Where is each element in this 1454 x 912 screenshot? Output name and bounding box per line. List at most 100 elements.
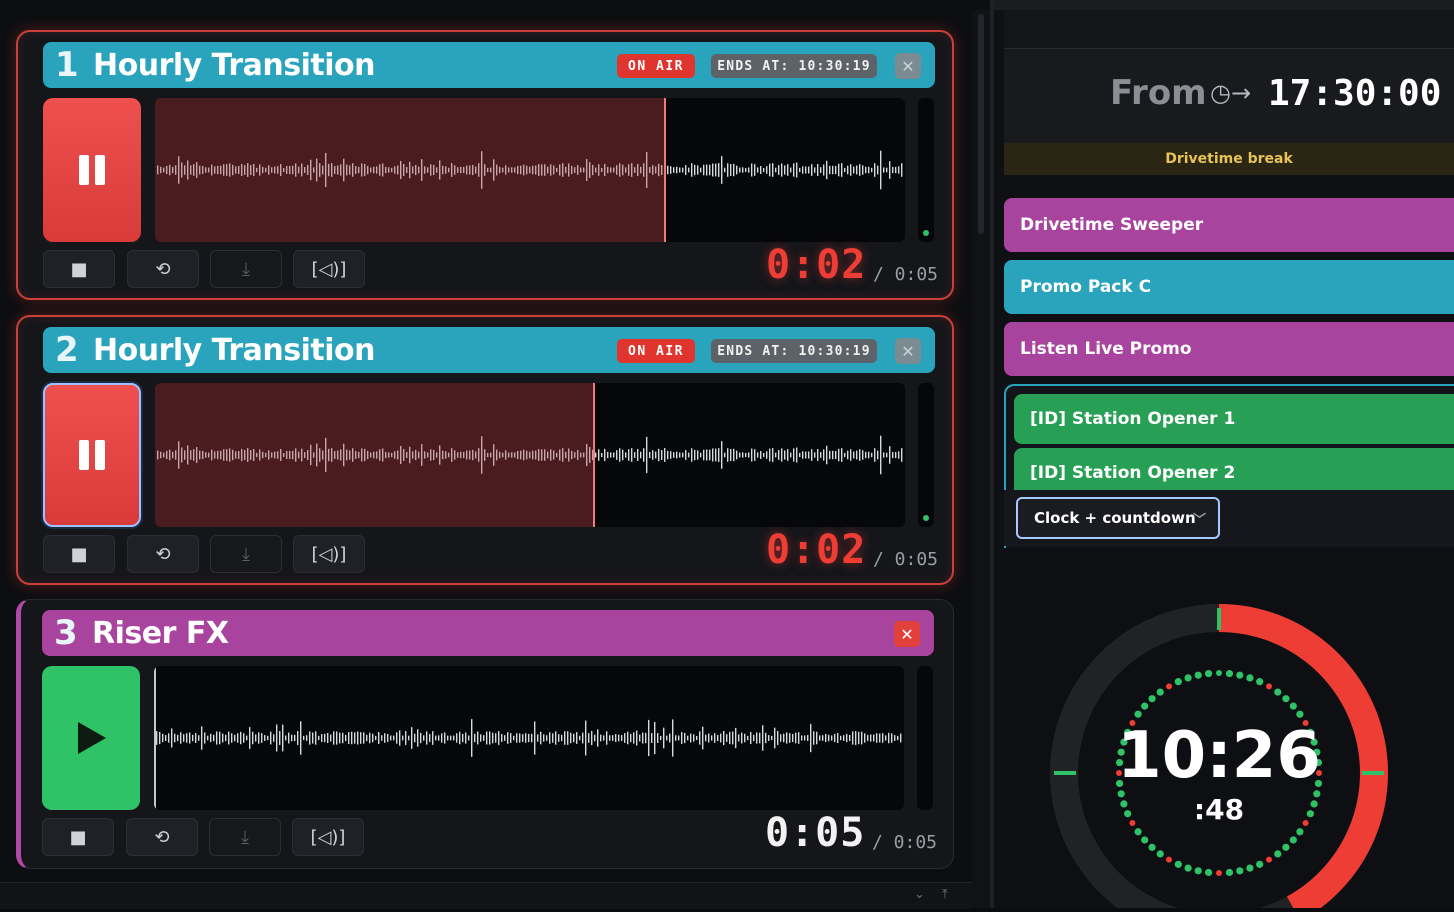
waveform-bar <box>574 167 576 173</box>
cart-item[interactable]: [ID] Station Opener 1 <box>1014 394 1454 444</box>
waveform-bar <box>421 444 423 466</box>
waveform[interactable] <box>154 666 904 810</box>
playhead[interactable] <box>593 383 595 527</box>
playhead[interactable] <box>664 98 666 242</box>
download-icon: ⤓ <box>241 826 249 848</box>
waveform-bar <box>505 165 507 175</box>
waveform-bar <box>802 166 804 174</box>
waveform-bar <box>612 735 614 741</box>
waveform-bar <box>757 452 759 458</box>
pause-button[interactable] <box>43 98 141 242</box>
second-dot <box>1310 800 1318 808</box>
play-button[interactable] <box>42 666 140 810</box>
waveform-bar <box>415 449 417 461</box>
waveform-bar <box>364 448 366 462</box>
waveform-bar <box>748 167 750 173</box>
waveform-bar <box>403 448 405 462</box>
waveform-bar <box>595 167 597 173</box>
cart-item[interactable]: Promo Pack C <box>1004 260 1454 314</box>
waveform-bar <box>249 727 251 749</box>
waveform-bar <box>688 167 690 173</box>
stop-button[interactable]: ■ <box>43 535 115 573</box>
chevron-down-icon[interactable]: ⌄ <box>914 887 925 902</box>
waveform-bar <box>661 450 663 460</box>
volume-button[interactable]: [◁)] <box>293 250 365 288</box>
waveform-bar <box>409 446 411 464</box>
scrollbar[interactable] <box>972 10 990 908</box>
waveform[interactable] <box>155 98 905 242</box>
stop-button[interactable]: ■ <box>43 250 115 288</box>
waveform-bar <box>762 725 764 751</box>
loop-button[interactable]: ⟲ <box>127 250 199 288</box>
waveform-bar <box>738 734 740 742</box>
waveform-bar <box>561 734 563 742</box>
waveform-bar <box>736 165 738 175</box>
stop-button[interactable]: ■ <box>42 818 114 856</box>
waveform-bar <box>499 166 501 174</box>
volume-button[interactable]: [◁)] <box>292 818 364 856</box>
waveform-bar <box>637 164 639 176</box>
waveform-bar <box>897 735 899 741</box>
waveform-bar <box>346 164 348 176</box>
waveform-bar <box>772 448 774 462</box>
waveform-bar <box>861 731 863 745</box>
scrollbar-thumb[interactable] <box>978 14 984 234</box>
waveform-bar <box>555 731 557 745</box>
waveform-bar <box>838 163 840 177</box>
playhead[interactable] <box>154 666 156 810</box>
close-icon[interactable]: ✕ <box>895 338 921 364</box>
elapsed-time: 0:05 <box>765 810 866 856</box>
pause-button[interactable] <box>43 383 141 527</box>
waveform-bar <box>223 449 225 461</box>
clock-mode-select[interactable]: Clock + countdown ﹀ <box>1016 497 1220 539</box>
waveform-bar <box>156 731 158 745</box>
waveform-bar <box>565 451 567 459</box>
download-button[interactable]: ⤓ <box>210 250 282 288</box>
waveform-bar <box>727 163 729 177</box>
waveform-bar <box>634 167 636 173</box>
close-icon[interactable]: ✕ <box>895 53 921 79</box>
waveform-bar <box>271 167 273 173</box>
cart-item[interactable]: Drivetime Sweeper <box>1004 198 1454 252</box>
download-button[interactable]: ⤓ <box>209 818 281 856</box>
waveform-bar <box>214 451 216 459</box>
waveform-bar <box>310 444 312 466</box>
waveform-bar <box>526 165 528 175</box>
waveform-bar <box>508 452 510 458</box>
scroll-top-icon[interactable]: ⤒ <box>942 887 948 902</box>
loop-button[interactable]: ⟲ <box>127 535 199 573</box>
waveform-bar <box>346 449 348 461</box>
waveform-bar <box>229 163 231 177</box>
loop-button[interactable]: ⟲ <box>126 818 198 856</box>
waveform-bar <box>159 731 161 745</box>
waveform-bar <box>838 448 840 462</box>
clock-graphic: 10:26 :48 <box>1050 604 1388 912</box>
volume-button[interactable]: [◁)] <box>293 535 365 573</box>
waveform-bar <box>234 734 236 742</box>
waveform-bar <box>472 164 474 176</box>
waveform-bar <box>571 165 573 175</box>
waveform-bar <box>745 452 747 458</box>
waveform-bar <box>367 450 369 460</box>
waveform-bar <box>235 166 237 174</box>
waveform-bar <box>813 731 815 745</box>
waveform-bar <box>232 449 234 461</box>
clock-display: 10:26 :48 <box>1004 548 1454 912</box>
waveform-bar <box>832 450 834 460</box>
waveform-bar <box>603 735 605 741</box>
close-icon[interactable]: ✕ <box>894 621 920 647</box>
waveform-bar <box>751 163 753 177</box>
waveform-bar <box>322 165 324 175</box>
waveform-bar <box>456 733 458 743</box>
waveform-bar <box>256 167 258 173</box>
waveform-bar <box>496 164 498 176</box>
download-button[interactable]: ⤓ <box>210 535 282 573</box>
waveform-bar <box>742 452 744 458</box>
waveform-bar <box>313 167 315 173</box>
waveform-bar <box>715 448 717 462</box>
waveform-bar <box>807 735 809 741</box>
cart-item[interactable]: Listen Live Promo <box>1004 322 1454 376</box>
waveform-bar <box>283 452 285 458</box>
waveform[interactable] <box>155 383 905 527</box>
waveform-bar <box>741 732 743 744</box>
